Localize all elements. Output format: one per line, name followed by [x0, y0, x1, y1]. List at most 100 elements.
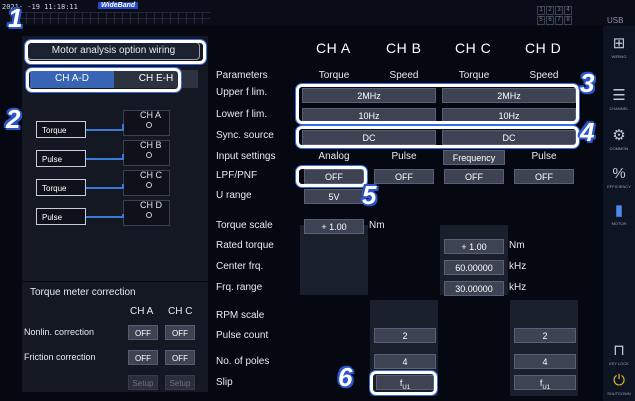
param-a[interactable]: Torque	[300, 70, 368, 81]
channel-indicator: 2	[546, 6, 554, 15]
u-range-button[interactable]: 5V	[304, 189, 364, 204]
slip-d-button[interactable]: fU1	[514, 375, 576, 391]
callout-box-3	[296, 84, 579, 124]
pulse-count-b-button[interactable]: 2	[374, 328, 436, 343]
callout-number-4: 4	[580, 117, 595, 147]
terminal-dot-icon	[146, 122, 152, 128]
callout-box-1	[25, 40, 206, 64]
channel-indicator: 5	[537, 16, 545, 25]
row-label-tscale: Torque scale	[216, 220, 273, 231]
torque-meter-correction-panel: Torque meter correction CH A CH C Nonlin…	[22, 282, 208, 392]
pulse-count-d-button[interactable]: 2	[514, 328, 576, 343]
terminal-dot-icon	[146, 212, 152, 218]
channel-indicator-grid: 1 2 3 4 5 6 7 8	[537, 6, 572, 25]
callout-number-3: 3	[580, 68, 595, 98]
cha-lower-bg	[300, 225, 368, 295]
channel-indicator: 4	[564, 6, 572, 15]
row-label-lower: Lower f lim.	[216, 109, 268, 120]
tm-col-header: CH A	[130, 306, 154, 317]
channel-indicator: 3	[555, 6, 563, 15]
shutdown-icon: ⏻	[613, 372, 625, 389]
function-sidebar: ⊞ WIRING ☰ CHANNEL ⚙ COMMON % EFFICIENCY…	[603, 26, 635, 401]
row-label-slip: Slip	[216, 377, 233, 388]
sidebar-item-shutdown[interactable]: ⏻ SHUTDOWN	[605, 371, 633, 401]
poles-b-button[interactable]: 4	[374, 354, 436, 369]
channel-indicator: 1	[537, 6, 545, 15]
row-label-upper: Upper f lim.	[216, 87, 268, 98]
row-label-rpm: RPM scale	[216, 310, 265, 321]
callout-box-6	[370, 371, 437, 395]
callout-box-4	[296, 126, 579, 148]
setup-c-button[interactable]: Setup	[165, 375, 195, 390]
input-d[interactable]: Pulse	[510, 151, 578, 162]
input-a[interactable]: Analog	[300, 151, 368, 162]
frq-range-button[interactable]: 30.00000	[444, 281, 504, 296]
poles-d-button[interactable]: 4	[514, 354, 576, 369]
setup-a-button[interactable]: Setup	[128, 375, 158, 390]
terminal-dot-icon	[146, 152, 152, 158]
wire-label-torque-a: Torque	[36, 121, 86, 138]
sidebar-item-efficiency[interactable]: % EFFICIENCY	[605, 164, 633, 204]
callout-box-2	[26, 68, 181, 92]
terminal-dot-icon	[146, 182, 152, 188]
torque-scale-button[interactable]: + 1.00	[304, 219, 364, 234]
rated-torque-unit: Nm	[509, 240, 525, 251]
common-icon: ⚙	[612, 127, 626, 144]
nonlin-correction-a-button[interactable]: OFF	[128, 325, 158, 340]
mode-badge: WideBand	[98, 2, 139, 9]
param-b[interactable]: Speed	[370, 70, 438, 81]
row-label-sync: Sync. source	[216, 130, 274, 141]
terminal-label-b: CH B	[140, 140, 162, 150]
wire-b	[86, 158, 124, 160]
row-label-rated: Rated torque	[216, 240, 274, 251]
channel-indicator: 7	[555, 16, 563, 25]
param-c[interactable]: Torque	[440, 70, 508, 81]
friction-correction-a-button[interactable]: OFF	[128, 350, 158, 365]
param-d[interactable]: Speed	[510, 70, 578, 81]
input-b[interactable]: Pulse	[370, 151, 438, 162]
sidebar-label: COMMON	[609, 146, 629, 151]
torque-scale-unit: Nm	[369, 220, 385, 231]
tm-col-header: CH C	[168, 306, 193, 317]
center-frq-button[interactable]: 60.00000	[444, 260, 504, 275]
row-label-center: Center frq.	[216, 261, 264, 272]
sidebar-item-common[interactable]: ⚙ COMMON	[605, 126, 633, 166]
wire-c-riser	[122, 184, 124, 189]
callout-number-6: 6	[338, 362, 353, 392]
wire-label-torque-c: Torque	[36, 179, 86, 196]
lpf-c-button[interactable]: OFF	[444, 169, 504, 184]
wire-d	[86, 216, 124, 218]
usb-indicator: USB	[607, 16, 624, 25]
nonlin-correction-c-button[interactable]: OFF	[165, 325, 195, 340]
friction-correction-label: Friction correction	[24, 352, 96, 362]
ch-d-header: CH D	[525, 40, 562, 56]
terminal-label-c: CH C	[140, 170, 162, 180]
callout-box-5	[296, 166, 367, 187]
row-label-lpf: LPF/PNF	[216, 170, 258, 181]
row-label-input: Input settings	[216, 151, 276, 162]
lock-icon: ⊓	[613, 342, 625, 359]
sidebar-item-motor[interactable]: ▮ MOTOR	[605, 201, 633, 241]
row-label-parameters: Parameters	[216, 70, 268, 81]
wire-a	[86, 129, 124, 131]
rated-torque-button[interactable]: + 1.00	[444, 239, 504, 254]
sidebar-item-channel[interactable]: ☰ CHANNEL	[605, 86, 633, 126]
friction-correction-c-button[interactable]: OFF	[165, 350, 195, 365]
callout-number-1: 1	[8, 3, 23, 33]
callout-number-5: 5	[362, 180, 377, 210]
sidebar-label: WIRING	[611, 54, 627, 59]
channel-icon: ☰	[612, 87, 626, 104]
torque-meter-title: Torque meter correction	[30, 287, 136, 298]
row-label-pulse: Pulse count	[216, 330, 269, 341]
slip-d-subscript: U1	[542, 384, 551, 391]
sidebar-label: EFFICIENCY	[607, 184, 631, 189]
channel-indicator: 8	[564, 16, 572, 25]
status-indicator-grid	[10, 12, 210, 24]
lpf-d-button[interactable]: OFF	[514, 169, 574, 184]
wire-label-pulse-d: Pulse	[36, 208, 86, 225]
lpf-b-button[interactable]: OFF	[374, 169, 434, 184]
status-bar: 2021- -19 11:18:11 WideBand 1 2 3 4 5 6 …	[0, 0, 635, 26]
row-label-urange: U range	[216, 190, 252, 201]
input-c-button[interactable]: Frequency	[443, 150, 505, 165]
sidebar-item-wiring[interactable]: ⊞ WIRING	[605, 34, 633, 74]
